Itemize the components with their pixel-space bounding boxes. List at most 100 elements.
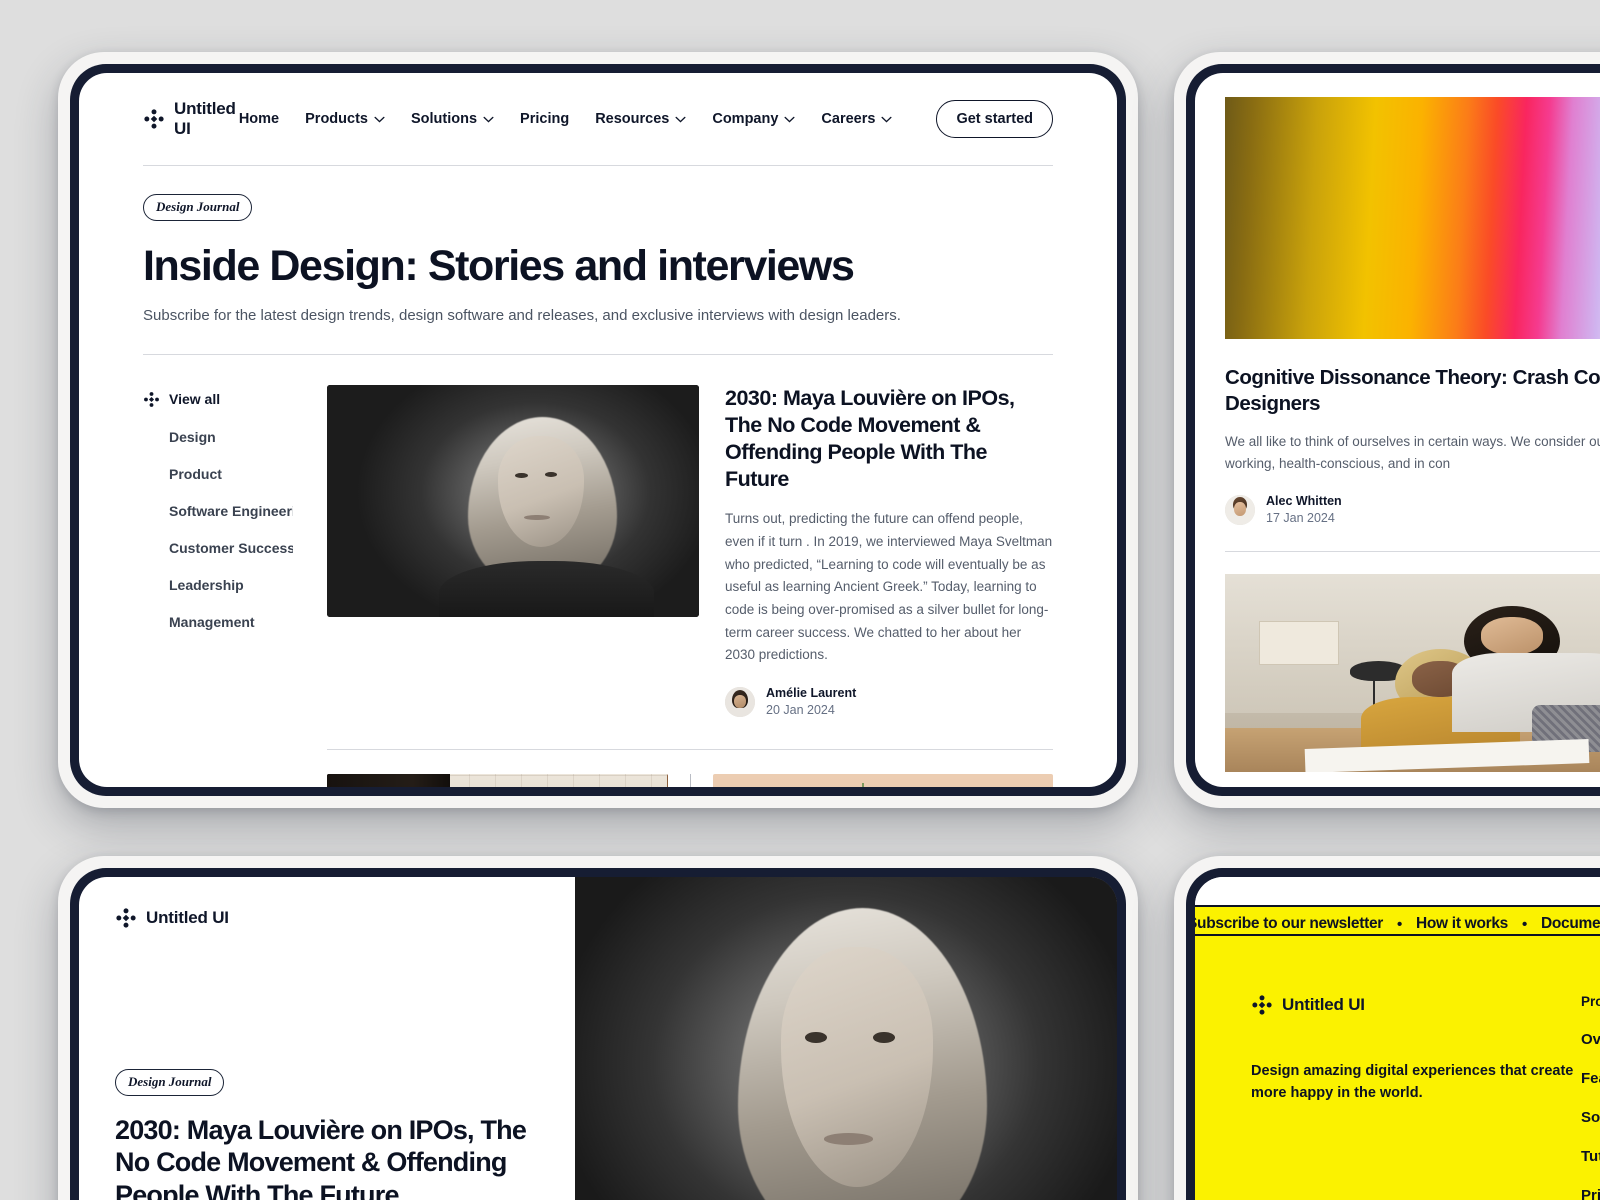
page-subtitle: Subscribe for the latest design trends, … xyxy=(143,307,901,325)
article-list: 2030: Maya Louvière on IPOs, The No Code… xyxy=(327,384,1053,787)
nav-item-products[interactable]: Products xyxy=(305,111,385,127)
article-card[interactable] xyxy=(689,773,1053,787)
device-bezel: Untitled UI Home Products Solutions Pric… xyxy=(70,64,1126,796)
post-page: Untitled UI Design Journal 2030: Maya Lo… xyxy=(79,877,1117,1200)
nav-label: Products xyxy=(305,111,368,127)
screenshot-stage: Untitled UI Home Products Solutions Pric… xyxy=(0,0,1600,1200)
category-label: Management xyxy=(169,613,255,630)
category-product[interactable]: Product xyxy=(143,466,293,482)
category-label: Leadership xyxy=(169,576,244,593)
category-label: Software Engineeri xyxy=(169,502,293,519)
ticker-separator-dot: • xyxy=(1397,915,1402,933)
device-bezel: Untitled UI Design Journal 2030: Maya Lo… xyxy=(70,868,1126,1200)
category-management[interactable]: Management xyxy=(143,614,293,630)
device-frame-footer-preview: Subscribe to our newsletter • How it wor… xyxy=(1174,856,1600,1200)
page-title: Inside Design: Stories and interviews xyxy=(143,242,855,290)
device-screen: Cognitive Dissonance Theory: Crash Cours… xyxy=(1195,73,1600,787)
device-bezel: Cognitive Dissonance Theory: Crash Cours… xyxy=(1186,64,1600,796)
brand-logo[interactable]: Untitled UI xyxy=(1251,994,1581,1016)
post-hero-image xyxy=(575,877,1117,1200)
chevron-down-icon xyxy=(675,116,686,123)
nav-label: Careers xyxy=(821,111,876,127)
footer-body: Untitled UI Design amazing digital exper… xyxy=(1195,936,1600,1200)
featured-article-excerpt: Turns out, predicting the future can off… xyxy=(725,511,1053,663)
untitled-ui-dots-logo-icon xyxy=(116,908,136,928)
publish-date: 17 Jan 2024 xyxy=(1266,511,1335,526)
footer-link-solutions[interactable]: Solutions xyxy=(1581,1109,1600,1126)
article-preview-page: Cognitive Dissonance Theory: Crash Cours… xyxy=(1195,73,1600,772)
article-byline: Alec Whitten 17 Jan 2024 xyxy=(1225,493,1600,527)
device-frame-blog-index: Untitled UI Home Products Solutions Pric… xyxy=(58,52,1138,808)
nav-item-careers[interactable]: Careers xyxy=(821,111,892,127)
ticker-separator-dot: • xyxy=(1521,915,1527,933)
footer-preview-page: Subscribe to our newsletter • How it wor… xyxy=(1195,877,1600,1200)
article-hero-gradient-image xyxy=(1225,97,1600,339)
ticker-item-documentation[interactable]: Documentati xyxy=(1541,915,1600,933)
category-label: Product xyxy=(169,465,222,482)
article-divider xyxy=(327,748,1053,750)
post-title: 2030: Maya Louvière on IPOs, The No Code… xyxy=(115,1115,527,1200)
nav-item-company[interactable]: Company xyxy=(712,111,795,127)
footer-link-tutorials[interactable]: Tutorials xyxy=(1581,1148,1600,1165)
device-bezel: Subscribe to our newsletter • How it wor… xyxy=(1186,868,1600,1200)
nav-item-resources[interactable]: Resources xyxy=(595,111,686,127)
page-hero: Design Journal Inside Design: Stories an… xyxy=(143,166,1053,354)
footer-tagline: Design amazing digital experiences that … xyxy=(1251,1063,1574,1102)
featured-article-card[interactable]: 2030: Maya Louvière on IPOs, The No Code… xyxy=(327,384,1053,719)
device-screen: Subscribe to our newsletter • How it wor… xyxy=(1195,877,1600,1200)
category-software-engineering[interactable]: Software Engineeri xyxy=(143,503,293,519)
brand-name: Untitled UI xyxy=(146,908,229,927)
untitled-ui-dots-logo-icon xyxy=(1252,995,1272,1015)
category-label: Customer Success xyxy=(169,539,293,556)
avatar xyxy=(1225,495,1255,526)
footer-link-overview[interactable]: Overview xyxy=(1581,1031,1600,1048)
device-screen: Untitled UI Design Journal 2030: Maya Lo… xyxy=(79,877,1117,1200)
featured-article-byline: Amélie Laurent 20 Jan 2024 xyxy=(725,685,1053,719)
article-title: Cognitive Dissonance Theory: Crash Cours… xyxy=(1225,366,1600,416)
footer-link-pricing[interactable]: Pricing xyxy=(1581,1187,1600,1200)
untitled-ui-dots-logo-icon xyxy=(144,392,159,407)
author-name: Amélie Laurent xyxy=(766,685,857,700)
chevron-down-icon xyxy=(483,116,494,123)
ticker-item-subscribe[interactable]: Subscribe to our newsletter xyxy=(1195,915,1383,933)
category-label: Design xyxy=(169,428,216,445)
brand-name: Untitled UI xyxy=(1282,995,1365,1014)
untitled-ui-dots-logo-icon xyxy=(144,109,164,129)
article-classroom-image xyxy=(1225,573,1600,772)
featured-article-image xyxy=(327,384,699,617)
chevron-down-icon xyxy=(374,116,385,123)
nav-label: Resources xyxy=(595,111,670,127)
category-view-all[interactable]: View all xyxy=(143,391,293,408)
nav-label: Solutions xyxy=(410,111,478,127)
nav-label: Company xyxy=(712,111,779,127)
brand-logo[interactable]: Untitled UI xyxy=(143,99,239,139)
featured-article-title: 2030: Maya Louvière on IPOs, The No Code… xyxy=(725,385,1015,492)
nav-item-home[interactable]: Home xyxy=(239,111,279,127)
chevron-down-icon xyxy=(784,116,795,123)
category-leadership[interactable]: Leadership xyxy=(143,577,293,593)
get-started-button[interactable]: Get started xyxy=(936,100,1053,138)
primary-nav: Home Products Solutions Pricing Resource… xyxy=(239,100,1053,138)
author-name: Alec Whitten xyxy=(1266,494,1342,509)
footer-column-product: Product Overview Features Solutions Tuto… xyxy=(1581,994,1600,1200)
avatar xyxy=(725,686,755,717)
nav-item-solutions[interactable]: Solutions xyxy=(411,111,494,127)
category-label: View all xyxy=(169,391,221,408)
device-screen: Untitled UI Home Products Solutions Pric… xyxy=(79,73,1117,787)
category-filter-list: View all Design Product Software Enginee… xyxy=(143,385,293,787)
footer-column-heading: Product xyxy=(1581,994,1600,1009)
nav-label: Home xyxy=(238,111,280,127)
category-customer-success[interactable]: Customer Success xyxy=(143,540,293,556)
device-frame-article-preview: Cognitive Dissonance Theory: Crash Cours… xyxy=(1174,52,1600,808)
footer-link-features[interactable]: Features xyxy=(1581,1070,1600,1087)
nav-item-pricing[interactable]: Pricing xyxy=(520,111,569,127)
brand-name: Untitled UI xyxy=(174,99,236,138)
article-card[interactable] xyxy=(327,773,690,787)
ticker-item-how-it-works[interactable]: How it works xyxy=(1416,915,1508,933)
article-grid xyxy=(327,773,1053,787)
article-excerpt: We all like to think of ourselves in cer… xyxy=(1225,434,1600,472)
category-design[interactable]: Design xyxy=(143,429,293,445)
brand-logo[interactable]: Untitled UI xyxy=(115,907,535,929)
newsletter-ticker[interactable]: Subscribe to our newsletter • How it wor… xyxy=(1195,905,1600,936)
site-header: Untitled UI Home Products Solutions Pric… xyxy=(143,73,1053,165)
